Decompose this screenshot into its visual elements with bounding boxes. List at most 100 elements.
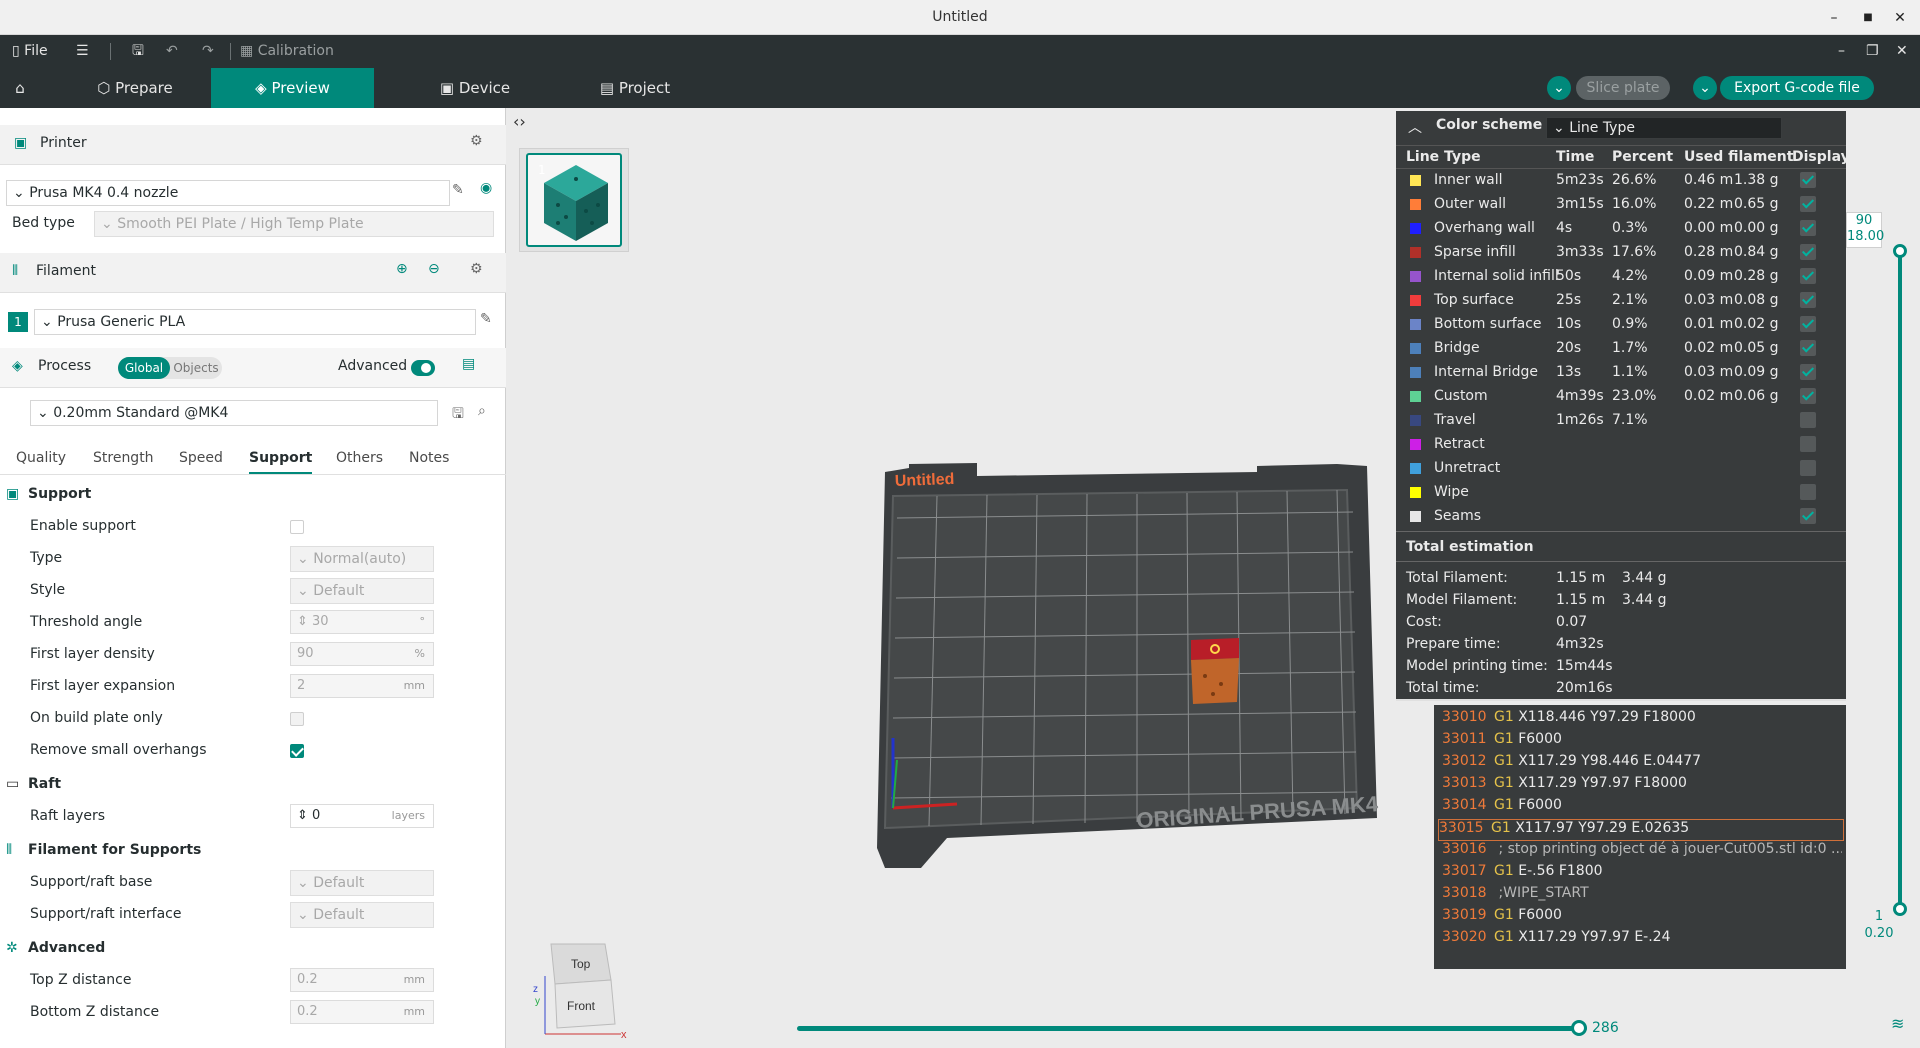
- redo-icon[interactable]: ↷: [202, 35, 214, 68]
- calibration-menu[interactable]: ▦ Calibration: [240, 35, 334, 68]
- gcode-line[interactable]: 33020 G1 X117.29 Y97.97 E-.24: [1442, 929, 1842, 951]
- filament-select[interactable]: ⌄ Prusa Generic PLA: [34, 309, 476, 335]
- bed-type-select[interactable]: ⌄ Smooth PEI Plate / High Temp Plate: [94, 211, 494, 237]
- support-base-select[interactable]: ⌄ Default: [290, 870, 434, 896]
- legend-display-checkbox[interactable]: [1800, 508, 1816, 524]
- tab-strength[interactable]: Strength: [93, 450, 154, 466]
- legend-display-checkbox[interactable]: [1800, 412, 1816, 428]
- layer-slider-top-handle[interactable]: [1893, 244, 1907, 258]
- add-filament-icon[interactable]: ⊕: [396, 261, 408, 277]
- close-icon[interactable]: ✕: [1890, 8, 1910, 28]
- app-restore-icon[interactable]: ❐: [1866, 35, 1879, 68]
- raft-layers-input[interactable]: ⇕ 0 layers: [290, 804, 434, 828]
- hamburger-icon[interactable]: ☰: [76, 35, 89, 68]
- edit-filament-icon[interactable]: ✎: [480, 311, 492, 327]
- advanced-toggle[interactable]: [411, 360, 435, 376]
- sliced-model[interactable]: [1185, 636, 1245, 712]
- maximize-icon[interactable]: ■: [1858, 8, 1878, 28]
- legend-display-checkbox[interactable]: [1800, 172, 1816, 188]
- global-objects-switch[interactable]: Global Objects: [118, 357, 222, 379]
- gcode-line[interactable]: 33018 ;WIPE_START: [1442, 885, 1842, 907]
- first-layer-density-input[interactable]: 90%: [290, 642, 434, 666]
- export-gcode-button[interactable]: Export G-code file: [1720, 76, 1874, 100]
- tab-notes[interactable]: Notes: [409, 450, 449, 466]
- move-slider-track[interactable]: [797, 1026, 1587, 1031]
- remove-filament-icon[interactable]: ⊖: [428, 261, 440, 277]
- gcode-viewer[interactable]: 33010 G1 X118.446 Y97.29 F18000 33011 G1 F6…: [1434, 705, 1846, 969]
- tab-support[interactable]: Support: [249, 450, 313, 474]
- legend-display-checkbox[interactable]: [1800, 388, 1816, 404]
- collapse-legend-icon[interactable]: ︿: [1408, 117, 1422, 137]
- slice-dropdown-icon[interactable]: ⌄: [1547, 76, 1571, 100]
- layers-toggle-icon[interactable]: ≋: [1891, 1014, 1904, 1033]
- filament-settings-icon[interactable]: ⚙: [470, 261, 483, 277]
- legend-display-checkbox[interactable]: [1800, 244, 1816, 260]
- plate-thumbnail[interactable]: 1: [526, 153, 622, 247]
- color-scheme-select[interactable]: ⌄ Line Type: [1546, 117, 1782, 139]
- layer-slider-track[interactable]: [1898, 248, 1902, 908]
- legend-display-checkbox[interactable]: [1800, 436, 1816, 452]
- enable-support-checkbox[interactable]: [290, 520, 304, 534]
- total-value: 1.15 m: [1556, 592, 1606, 608]
- view-cube-front[interactable]: Front: [567, 999, 596, 1013]
- collapse-sidebar-icon[interactable]: ‹›: [513, 112, 537, 136]
- save-icon[interactable]: 🖫: [132, 35, 144, 68]
- export-dropdown-icon[interactable]: ⌄: [1693, 76, 1717, 100]
- search-icon[interactable]: ⌕: [478, 403, 486, 419]
- printer-settings-icon[interactable]: ⚙: [470, 133, 483, 149]
- style-select[interactable]: ⌄ Default: [290, 578, 434, 604]
- tab-device[interactable]: ▣ Device: [400, 68, 550, 108]
- gcode-line[interactable]: 33011 G1 F6000: [1442, 731, 1842, 753]
- gcode-line[interactable]: 33013 G1 X117.29 Y97.97 F18000: [1442, 775, 1842, 797]
- legend-display-checkbox[interactable]: [1800, 484, 1816, 500]
- move-slider-handle[interactable]: [1571, 1020, 1587, 1036]
- legend-display-checkbox[interactable]: [1800, 292, 1816, 308]
- legend-display-checkbox[interactable]: [1800, 364, 1816, 380]
- legend-display-checkbox[interactable]: [1800, 196, 1816, 212]
- app-minimize-icon[interactable]: –: [1838, 35, 1845, 68]
- home-icon[interactable]: ⌂: [0, 68, 40, 108]
- top-z-distance-input[interactable]: 0.2 mm: [290, 968, 434, 992]
- global-toggle[interactable]: Global: [118, 357, 170, 379]
- view-cube-top[interactable]: Top: [571, 957, 591, 971]
- threshold-angle-input[interactable]: ⇕ 30 °: [290, 610, 434, 634]
- compare-presets-icon[interactable]: ▤: [462, 356, 475, 372]
- tab-quality[interactable]: Quality: [16, 450, 66, 466]
- file-menu[interactable]: ▯ File: [12, 35, 48, 68]
- undo-icon[interactable]: ↶: [166, 35, 178, 68]
- process-preset-select[interactable]: ⌄ 0.20mm Standard @MK4: [30, 400, 438, 426]
- wifi-icon[interactable]: ◉: [480, 180, 492, 196]
- first-layer-expansion-input[interactable]: 2 mm: [290, 674, 434, 698]
- app-close-icon[interactable]: ✕: [1896, 35, 1908, 68]
- gcode-line[interactable]: 33019 G1 F6000: [1442, 907, 1842, 929]
- legend-display-checkbox[interactable]: [1800, 340, 1816, 356]
- tab-project[interactable]: ▤ Project: [560, 68, 710, 108]
- legend-display-checkbox[interactable]: [1800, 316, 1816, 332]
- minimize-icon[interactable]: –: [1824, 8, 1844, 28]
- view-cube[interactable]: Top Front x z y: [531, 940, 631, 1040]
- edit-printer-icon[interactable]: ✎: [452, 182, 464, 198]
- remove-small-overhangs-checkbox[interactable]: [290, 744, 304, 758]
- support-interface-select[interactable]: ⌄ Default: [290, 902, 434, 928]
- tab-prepare[interactable]: ⬡ Prepare: [60, 68, 210, 108]
- tab-others[interactable]: Others: [336, 450, 383, 466]
- legend-display-checkbox[interactable]: [1800, 460, 1816, 476]
- slice-plate-button[interactable]: Slice plate: [1576, 76, 1670, 100]
- gcode-line[interactable]: 33010 G1 X118.446 Y97.29 F18000: [1442, 709, 1842, 731]
- gcode-line[interactable]: 33017 G1 E-.56 F1800: [1442, 863, 1842, 885]
- gcode-line[interactable]: 33016 ; stop printing object dé à jouer-…: [1442, 841, 1842, 863]
- tab-speed[interactable]: Speed: [179, 450, 223, 466]
- gcode-line[interactable]: 33012 G1 X117.29 Y98.446 E.04477: [1442, 753, 1842, 775]
- save-preset-icon[interactable]: 🖫: [452, 403, 464, 427]
- on-build-plate-only-checkbox[interactable]: [290, 712, 304, 726]
- filament-slot-badge[interactable]: 1: [8, 312, 28, 332]
- legend-display-checkbox[interactable]: [1800, 268, 1816, 284]
- tab-preview[interactable]: ◈ Preview: [211, 68, 374, 108]
- gcode-line[interactable]: 33015 G1 X117.97 Y97.29 E.02635: [1438, 819, 1844, 841]
- type-select[interactable]: ⌄ Normal(auto): [290, 546, 434, 572]
- gcode-line[interactable]: 33014 G1 F6000: [1442, 797, 1842, 819]
- bottom-z-distance-input[interactable]: 0.2 mm: [290, 1000, 434, 1024]
- printer-select[interactable]: ⌄ Prusa MK4 0.4 nozzle: [6, 180, 450, 206]
- legend-display-checkbox[interactable]: [1800, 220, 1816, 236]
- objects-toggle[interactable]: Objects: [170, 357, 222, 379]
